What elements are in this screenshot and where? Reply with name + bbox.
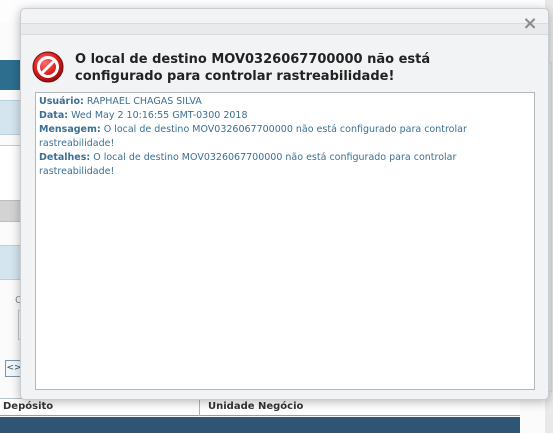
dialog-title: O local de destino MOV0326067700000 não … xyxy=(75,52,431,84)
dialog-close-button[interactable]: × xyxy=(522,15,538,33)
error-details-box[interactable]: Usuário: RAPHAEL CHAGAS SILVA Data: Wed … xyxy=(35,92,535,390)
detail-value: O local de destino MOV0326067700000 não … xyxy=(39,152,460,177)
screen: C 1 <> Depósito Unidade Negócio – ▭ × × xyxy=(0,0,553,433)
detail-label: Usuário: xyxy=(39,96,84,107)
detail-value: RAPHAEL CHAGAS SILVA xyxy=(83,96,202,107)
column-separator xyxy=(199,399,200,416)
detail-detalhes: Detalhes: O local de destino MOV03260677… xyxy=(39,151,531,179)
error-no-entry-icon xyxy=(32,51,64,83)
detail-label: Mensagem: xyxy=(39,124,101,135)
background-table-footer xyxy=(0,417,520,433)
detail-label: Data: xyxy=(39,110,69,121)
column-header-deposito[interactable]: Depósito xyxy=(3,401,53,412)
column-header-unidade-negocio[interactable]: Unidade Negócio xyxy=(208,401,303,412)
dialog-header-band xyxy=(21,23,548,35)
error-dialog: × O local de destino MOV0326067700000 nã… xyxy=(20,8,549,400)
detail-value: Wed May 2 10:16:55 GMT-0300 2018 xyxy=(68,110,248,121)
background-table-header: Depósito Unidade Negócio xyxy=(0,398,520,416)
detail-value: O local de destino MOV0326067700000 não … xyxy=(39,124,470,149)
detail-mensagem: Mensagem: O local de destino MOV03260677… xyxy=(39,123,531,151)
detail-data: Data: Wed May 2 10:16:55 GMT-0300 2018 xyxy=(39,109,531,123)
detail-usuario: Usuário: RAPHAEL CHAGAS SILVA xyxy=(39,95,531,109)
detail-label: Detalhes: xyxy=(39,152,91,163)
